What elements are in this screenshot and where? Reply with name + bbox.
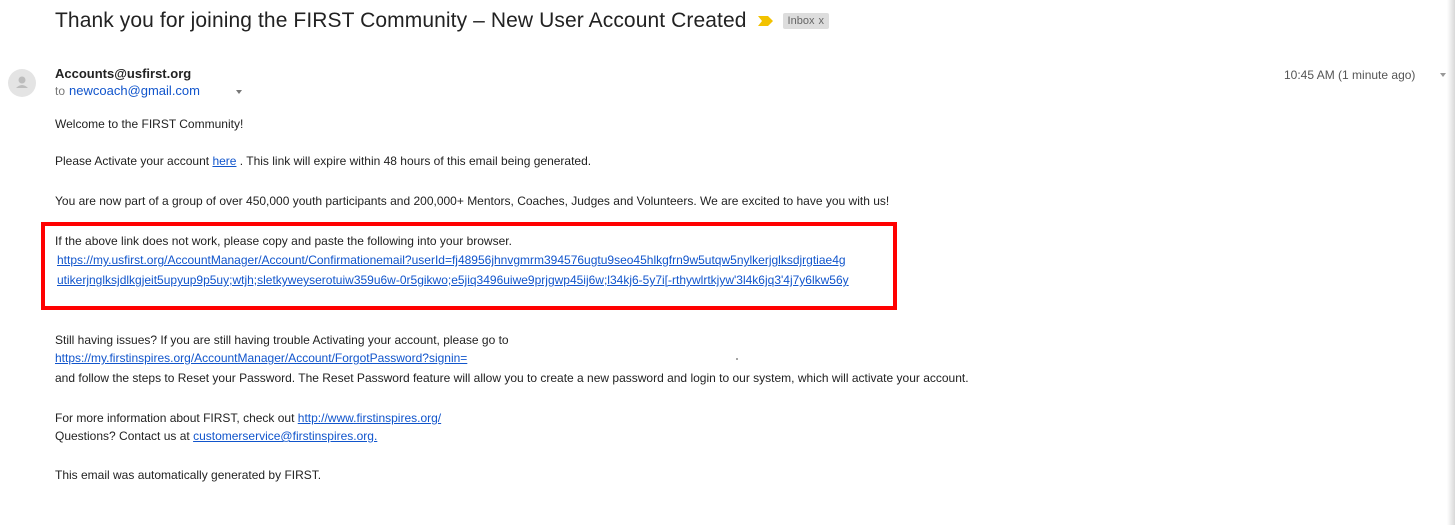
chevron-down-icon[interactable] [236,90,242,94]
stray-dot [736,358,738,360]
more-info-line: For more information about FIRST, check … [55,410,441,426]
email-subject: Thank you for joining the FIRST Communit… [55,9,747,32]
to-prefix: to [55,84,66,98]
activate-text-before: Please Activate your account [55,154,213,168]
group-line: You are now part of a group of over 450,… [55,194,890,208]
forgot-password-line: https://my.firstinspires.org/AccountMana… [55,350,467,366]
questions-text: Questions? Contact us at [55,429,194,443]
sender-block: Accounts@usfirst.org to newcoach@gmail.c… [55,66,242,100]
highlight-annotation-box [41,222,897,310]
importance-marker-icon[interactable] [757,14,775,28]
more-info-text: For more information about FIRST, check … [55,411,298,425]
first-website-link[interactable]: http://www.firstinspires.org/ [298,411,441,425]
activate-link[interactable]: here [212,154,236,168]
questions-line: Questions? Contact us at customerservice… [55,428,377,444]
forgot-password-link[interactable]: https://my.firstinspires.org/AccountMana… [55,351,467,365]
inbox-label-badge[interactable]: Inbox x [782,13,829,29]
avatar-icon [8,69,36,97]
recipient-line: to newcoach@gmail.com [55,82,242,100]
recipient-address[interactable]: newcoach@gmail.com [69,82,200,100]
activate-line: Please Activate your account here . This… [55,153,591,169]
sender-address[interactable]: Accounts@usfirst.org [55,66,242,82]
reset-steps-line: and follow the steps to Reset your Passw… [55,371,969,385]
auto-generated-line: This email was automatically generated b… [55,468,322,482]
still-issues-line: Still having issues? If you are still ha… [55,333,509,347]
remove-label-icon[interactable]: x [818,15,824,27]
more-options-icon[interactable] [1440,73,1446,77]
email-timestamp: 10:45 AM (1 minute ago) [1284,68,1416,82]
activate-text-after: . This link will expire within 48 hours … [236,154,592,168]
inbox-label-text: Inbox [787,15,815,27]
welcome-line: Welcome to the FIRST Community! [55,117,244,131]
window-edge-shadow [1447,0,1455,525]
subject-row: Thank you for joining the FIRST Communit… [55,9,829,33]
customer-service-email-link[interactable]: customerservice@firstinspires.org. [193,429,377,443]
